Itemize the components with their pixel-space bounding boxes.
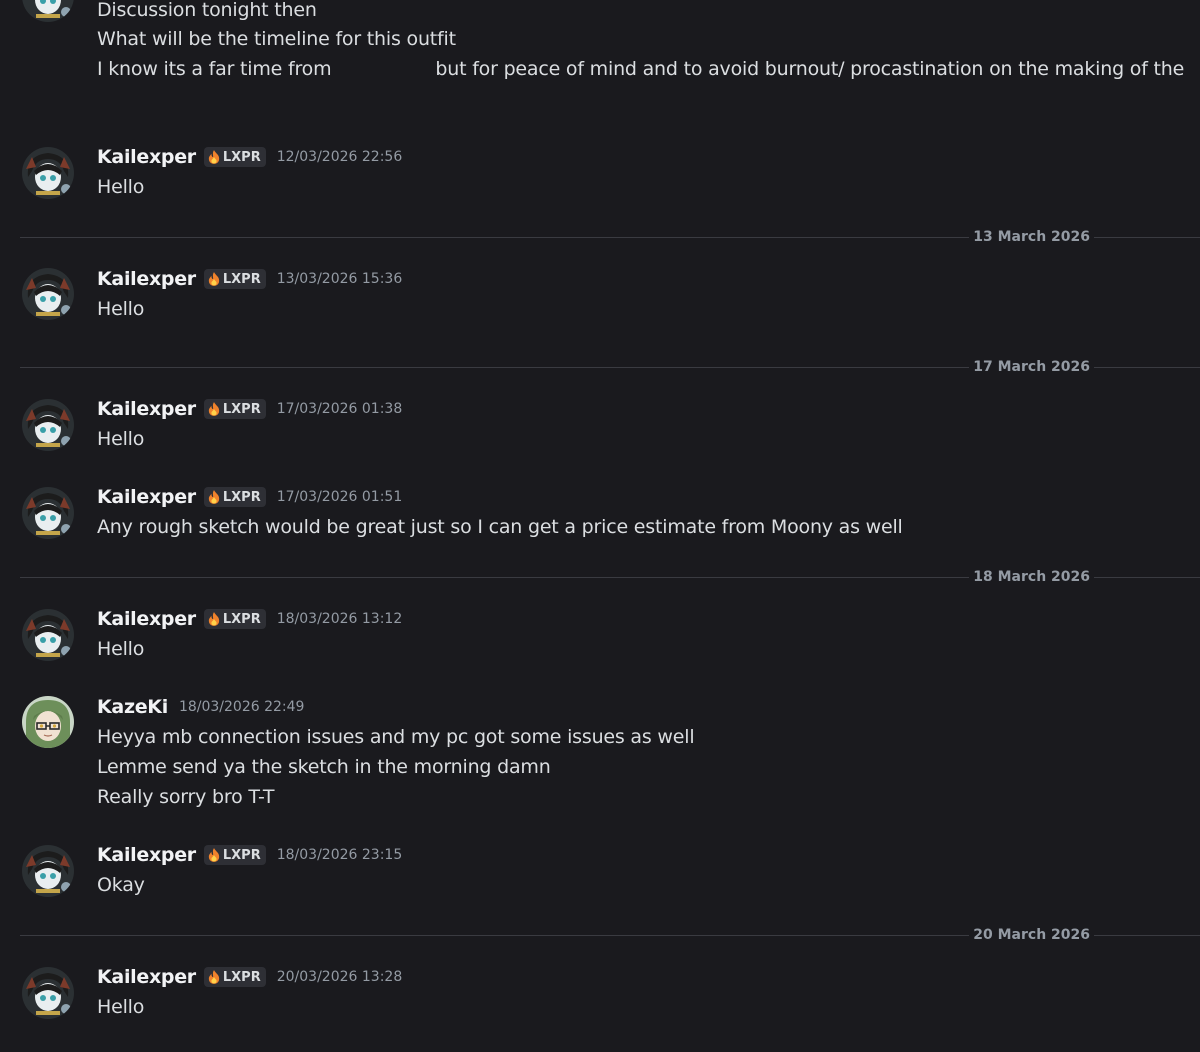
message-text: Hello bbox=[97, 638, 145, 660]
username[interactable]: Kailexper bbox=[97, 608, 196, 630]
timestamp[interactable]: 18/03/2026 23:15 bbox=[277, 847, 403, 863]
date-divider-label: 18 March 2026 bbox=[969, 567, 1094, 587]
date-divider-label: 20 March 2026 bbox=[969, 925, 1094, 945]
username[interactable]: Kailexper bbox=[97, 486, 196, 508]
message-header: Kailexper LXPR 13/03/2026 15:36 bbox=[97, 266, 402, 292]
username[interactable]: Kailexper bbox=[97, 966, 196, 988]
message-text: I know its a far time from but for peace … bbox=[97, 54, 1184, 84]
timestamp[interactable]: 17/03/2026 01:38 bbox=[277, 401, 403, 417]
message-text: What will be the timeline for this outfi… bbox=[97, 28, 456, 50]
avatar[interactable] bbox=[22, 696, 74, 748]
guild-tag-badge[interactable]: LXPR bbox=[203, 399, 266, 419]
username[interactable]: Kailexper bbox=[97, 398, 196, 420]
guild-tag-badge[interactable]: LXPR bbox=[203, 845, 266, 865]
message-text: Okay bbox=[97, 874, 145, 896]
username[interactable]: Kailexper bbox=[97, 268, 196, 290]
flame-icon bbox=[208, 490, 220, 504]
timestamp[interactable]: 13/03/2026 15:36 bbox=[277, 271, 403, 287]
flame-icon bbox=[208, 272, 220, 286]
message-text: Hello bbox=[97, 996, 145, 1018]
message-text: Really sorry bro T-T bbox=[97, 786, 275, 808]
message-text: Hello bbox=[97, 176, 145, 198]
date-divider: 18 March 2026 bbox=[20, 567, 1200, 587]
flame-icon bbox=[208, 150, 220, 164]
message-text-segment: but for peace of mind and to avoid burno… bbox=[435, 58, 1185, 80]
timestamp[interactable]: 17/03/2026 01:51 bbox=[277, 489, 403, 505]
avatar[interactable] bbox=[22, 845, 74, 897]
message-header: Kailexper LXPR 18/03/2026 13:12 bbox=[97, 606, 402, 632]
message-header: Kailexper LXPR 18/03/2026 23:15 bbox=[97, 842, 402, 868]
guild-tag-label: LXPR bbox=[222, 401, 261, 417]
message-text-segment: I know its a far time from bbox=[97, 58, 332, 80]
username[interactable]: Kailexper bbox=[97, 844, 196, 866]
username[interactable]: KazeKi bbox=[97, 696, 168, 718]
message-text: Hello bbox=[97, 428, 145, 450]
message-text: Any rough sketch would be great just so … bbox=[97, 516, 903, 538]
message-header: Kailexper LXPR 20/03/2026 13:28 bbox=[97, 964, 402, 990]
message-header: KazeKi 18/03/2026 22:49 bbox=[97, 694, 304, 720]
guild-tag-label: LXPR bbox=[222, 969, 261, 985]
guild-tag-badge[interactable]: LXPR bbox=[203, 147, 266, 167]
guild-tag-label: LXPR bbox=[222, 149, 261, 165]
avatar[interactable] bbox=[22, 487, 74, 539]
avatar[interactable] bbox=[22, 609, 74, 661]
avatar[interactable] bbox=[22, 268, 74, 320]
guild-tag-badge[interactable]: LXPR bbox=[203, 609, 266, 629]
message-text: Discussion tonight then bbox=[97, 0, 317, 21]
avatar[interactable] bbox=[22, 147, 74, 199]
guild-tag-badge[interactable]: LXPR bbox=[203, 487, 266, 507]
guild-tag-label: LXPR bbox=[222, 847, 261, 863]
guild-tag-badge[interactable]: LXPR bbox=[203, 967, 266, 987]
chat-messages[interactable]: Discussion tonight then What will be the… bbox=[0, 0, 1200, 1052]
flame-icon bbox=[208, 970, 220, 984]
message-text: Hello bbox=[97, 298, 145, 320]
username[interactable]: Kailexper bbox=[97, 146, 196, 168]
timestamp[interactable]: 18/03/2026 13:12 bbox=[277, 611, 403, 627]
timestamp[interactable]: 20/03/2026 13:28 bbox=[277, 969, 403, 985]
timestamp[interactable]: 18/03/2026 22:49 bbox=[179, 699, 305, 715]
date-divider: 17 March 2026 bbox=[20, 357, 1200, 377]
guild-tag-label: LXPR bbox=[222, 489, 261, 505]
message-header: Kailexper LXPR 17/03/2026 01:38 bbox=[97, 396, 402, 422]
date-divider-label: 13 March 2026 bbox=[969, 227, 1094, 247]
avatar[interactable] bbox=[22, 967, 74, 1019]
avatar[interactable] bbox=[22, 0, 74, 22]
message-header: Kailexper LXPR 12/03/2026 22:56 bbox=[97, 144, 402, 170]
timestamp[interactable]: 12/03/2026 22:56 bbox=[277, 149, 403, 165]
date-divider-label: 17 March 2026 bbox=[969, 357, 1094, 377]
date-divider: 20 March 2026 bbox=[20, 925, 1200, 945]
flame-icon bbox=[208, 402, 220, 416]
flame-icon bbox=[208, 848, 220, 862]
message-header: Kailexper LXPR 17/03/2026 01:51 bbox=[97, 484, 402, 510]
message-text: Heyya mb connection issues and my pc got… bbox=[97, 726, 695, 748]
guild-tag-label: LXPR bbox=[222, 271, 261, 287]
guild-tag-label: LXPR bbox=[222, 611, 261, 627]
message-text: Lemme send ya the sketch in the morning … bbox=[97, 756, 551, 778]
avatar[interactable] bbox=[22, 399, 74, 451]
date-divider: 13 March 2026 bbox=[20, 227, 1200, 247]
flame-icon bbox=[208, 612, 220, 626]
guild-tag-badge[interactable]: LXPR bbox=[203, 269, 266, 289]
